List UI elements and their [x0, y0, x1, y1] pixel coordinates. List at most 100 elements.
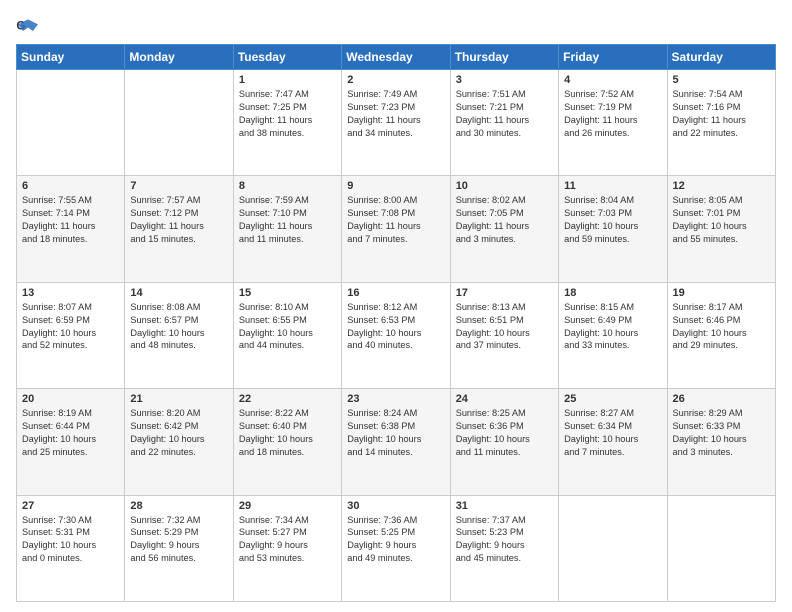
- day-number: 18: [564, 287, 661, 299]
- cell-info: Sunrise: 7:30 AM Sunset: 5:31 PM Dayligh…: [22, 514, 119, 566]
- cell-info: Sunrise: 8:24 AM Sunset: 6:38 PM Dayligh…: [347, 407, 444, 459]
- calendar-cell: 28 Sunrise: 7:32 AM Sunset: 5:29 PM Dayli…: [125, 495, 233, 601]
- cell-info: Sunrise: 8:05 AM Sunset: 7:01 PM Dayligh…: [673, 194, 770, 246]
- calendar-cell: 19 Sunrise: 8:17 AM Sunset: 6:46 PM Dayli…: [667, 282, 775, 388]
- calendar-cell: 6Sunrise: 7:55 AM Sunset: 7:14 PM Daylig…: [17, 176, 125, 282]
- calendar-cell: 30 Sunrise: 7:36 AM Sunset: 5:25 PM Dayli…: [342, 495, 450, 601]
- cell-info: Sunrise: 7:57 AM Sunset: 7:12 PM Dayligh…: [130, 194, 227, 246]
- day-number: 11: [564, 180, 661, 192]
- cell-info: Sunrise: 8:00 AM Sunset: 7:08 PM Dayligh…: [347, 194, 444, 246]
- page: G SundayMondayTuesdayWednesdayThursdayFr…: [0, 0, 792, 612]
- day-number: 1: [239, 74, 336, 86]
- calendar-cell: [559, 495, 667, 601]
- calendar-cell: 18 Sunrise: 8:15 AM Sunset: 6:49 PM Dayli…: [559, 282, 667, 388]
- cell-info: Sunrise: 8:10 AM Sunset: 6:55 PM Dayligh…: [239, 301, 336, 353]
- cell-info: Sunrise: 8:12 AM Sunset: 6:53 PM Dayligh…: [347, 301, 444, 353]
- calendar-cell: [17, 70, 125, 176]
- day-number: 16: [347, 287, 444, 299]
- day-number: 23: [347, 393, 444, 405]
- day-number: 22: [239, 393, 336, 405]
- calendar-header-row: SundayMondayTuesdayWednesdayThursdayFrid…: [17, 45, 776, 70]
- day-number: 27: [22, 500, 119, 512]
- calendar-cell: 10 Sunrise: 8:02 AM Sunset: 7:05 PM Dayli…: [450, 176, 558, 282]
- day-number: 10: [456, 180, 553, 192]
- calendar-cell: 9 Sunrise: 8:00 AM Sunset: 7:08 PM Daylig…: [342, 176, 450, 282]
- calendar-cell: 4Sunrise: 7:52 AM Sunset: 7:19 PM Daylig…: [559, 70, 667, 176]
- day-number: 2: [347, 74, 444, 86]
- calendar-cell: 29Sunrise: 7:34 AM Sunset: 5:27 PM Dayli…: [233, 495, 341, 601]
- calendar-cell: 31 Sunrise: 7:37 AM Sunset: 5:23 PM Dayli…: [450, 495, 558, 601]
- day-number: 30: [347, 500, 444, 512]
- calendar-cell: 21Sunrise: 8:20 AM Sunset: 6:42 PM Dayli…: [125, 389, 233, 495]
- calendar-row: 20 Sunrise: 8:19 AM Sunset: 6:44 PM Dayli…: [17, 389, 776, 495]
- day-number: 14: [130, 287, 227, 299]
- calendar-cell: 24 Sunrise: 8:25 AM Sunset: 6:36 PM Dayli…: [450, 389, 558, 495]
- cell-info: Sunrise: 8:19 AM Sunset: 6:44 PM Dayligh…: [22, 407, 119, 459]
- calendar-cell: 1 Sunrise: 7:47 AM Sunset: 7:25 PM Daylig…: [233, 70, 341, 176]
- calendar-cell: 23 Sunrise: 8:24 AM Sunset: 6:38 PM Dayli…: [342, 389, 450, 495]
- calendar-cell: 12 Sunrise: 8:05 AM Sunset: 7:01 PM Dayli…: [667, 176, 775, 282]
- day-number: 28: [130, 500, 227, 512]
- cell-info: Sunrise: 8:07 AM Sunset: 6:59 PM Dayligh…: [22, 301, 119, 353]
- day-number: 26: [673, 393, 770, 405]
- calendar-cell: 8Sunrise: 7:59 AM Sunset: 7:10 PM Daylig…: [233, 176, 341, 282]
- calendar-row: 6Sunrise: 7:55 AM Sunset: 7:14 PM Daylig…: [17, 176, 776, 282]
- cell-info: Sunrise: 7:47 AM Sunset: 7:25 PM Dayligh…: [239, 88, 336, 140]
- weekday-header: Sunday: [17, 45, 125, 70]
- cell-info: Sunrise: 7:32 AM Sunset: 5:29 PM Dayligh…: [130, 514, 227, 566]
- calendar-cell: 5Sunrise: 7:54 AM Sunset: 7:16 PM Daylig…: [667, 70, 775, 176]
- day-number: 5: [673, 74, 770, 86]
- calendar-table: SundayMondayTuesdayWednesdayThursdayFrid…: [16, 44, 776, 602]
- day-number: 25: [564, 393, 661, 405]
- calendar-cell: 20 Sunrise: 8:19 AM Sunset: 6:44 PM Dayli…: [17, 389, 125, 495]
- cell-info: Sunrise: 7:36 AM Sunset: 5:25 PM Dayligh…: [347, 514, 444, 566]
- day-number: 13: [22, 287, 119, 299]
- cell-info: Sunrise: 8:15 AM Sunset: 6:49 PM Dayligh…: [564, 301, 661, 353]
- weekday-header: Saturday: [667, 45, 775, 70]
- calendar-row: 13 Sunrise: 8:07 AM Sunset: 6:59 PM Dayli…: [17, 282, 776, 388]
- calendar-cell: 15 Sunrise: 8:10 AM Sunset: 6:55 PM Dayli…: [233, 282, 341, 388]
- weekday-header: Tuesday: [233, 45, 341, 70]
- day-number: 6: [22, 180, 119, 192]
- cell-info: Sunrise: 8:08 AM Sunset: 6:57 PM Dayligh…: [130, 301, 227, 353]
- calendar-cell: [667, 495, 775, 601]
- day-number: 19: [673, 287, 770, 299]
- weekday-header: Friday: [559, 45, 667, 70]
- calendar-cell: 17Sunrise: 8:13 AM Sunset: 6:51 PM Dayli…: [450, 282, 558, 388]
- calendar-cell: 25 Sunrise: 8:27 AM Sunset: 6:34 PM Dayli…: [559, 389, 667, 495]
- cell-info: Sunrise: 8:20 AM Sunset: 6:42 PM Dayligh…: [130, 407, 227, 459]
- weekday-header: Monday: [125, 45, 233, 70]
- day-number: 31: [456, 500, 553, 512]
- cell-info: Sunrise: 7:59 AM Sunset: 7:10 PM Dayligh…: [239, 194, 336, 246]
- calendar-cell: 16 Sunrise: 8:12 AM Sunset: 6:53 PM Dayli…: [342, 282, 450, 388]
- calendar-row: 1 Sunrise: 7:47 AM Sunset: 7:25 PM Daylig…: [17, 70, 776, 176]
- day-number: 7: [130, 180, 227, 192]
- calendar-cell: 13 Sunrise: 8:07 AM Sunset: 6:59 PM Dayli…: [17, 282, 125, 388]
- weekday-header: Thursday: [450, 45, 558, 70]
- cell-info: Sunrise: 8:17 AM Sunset: 6:46 PM Dayligh…: [673, 301, 770, 353]
- cell-info: Sunrise: 8:25 AM Sunset: 6:36 PM Dayligh…: [456, 407, 553, 459]
- cell-info: Sunrise: 8:02 AM Sunset: 7:05 PM Dayligh…: [456, 194, 553, 246]
- calendar-cell: 3 Sunrise: 7:51 AM Sunset: 7:21 PM Daylig…: [450, 70, 558, 176]
- day-number: 20: [22, 393, 119, 405]
- calendar-cell: 2 Sunrise: 7:49 AM Sunset: 7:23 PM Daylig…: [342, 70, 450, 176]
- header: G: [16, 16, 776, 36]
- cell-info: Sunrise: 8:27 AM Sunset: 6:34 PM Dayligh…: [564, 407, 661, 459]
- calendar-cell: 22Sunrise: 8:22 AM Sunset: 6:40 PM Dayli…: [233, 389, 341, 495]
- cell-info: Sunrise: 7:49 AM Sunset: 7:23 PM Dayligh…: [347, 88, 444, 140]
- calendar-row: 27 Sunrise: 7:30 AM Sunset: 5:31 PM Dayli…: [17, 495, 776, 601]
- weekday-header: Wednesday: [342, 45, 450, 70]
- cell-info: Sunrise: 7:51 AM Sunset: 7:21 PM Dayligh…: [456, 88, 553, 140]
- calendar-cell: 27 Sunrise: 7:30 AM Sunset: 5:31 PM Dayli…: [17, 495, 125, 601]
- cell-info: Sunrise: 7:37 AM Sunset: 5:23 PM Dayligh…: [456, 514, 553, 566]
- day-number: 24: [456, 393, 553, 405]
- day-number: 9: [347, 180, 444, 192]
- logo: G: [16, 16, 44, 36]
- day-number: 12: [673, 180, 770, 192]
- day-number: 4: [564, 74, 661, 86]
- day-number: 15: [239, 287, 336, 299]
- logo-icon: G: [16, 16, 40, 36]
- calendar-cell: 7 Sunrise: 7:57 AM Sunset: 7:12 PM Daylig…: [125, 176, 233, 282]
- day-number: 3: [456, 74, 553, 86]
- cell-info: Sunrise: 8:04 AM Sunset: 7:03 PM Dayligh…: [564, 194, 661, 246]
